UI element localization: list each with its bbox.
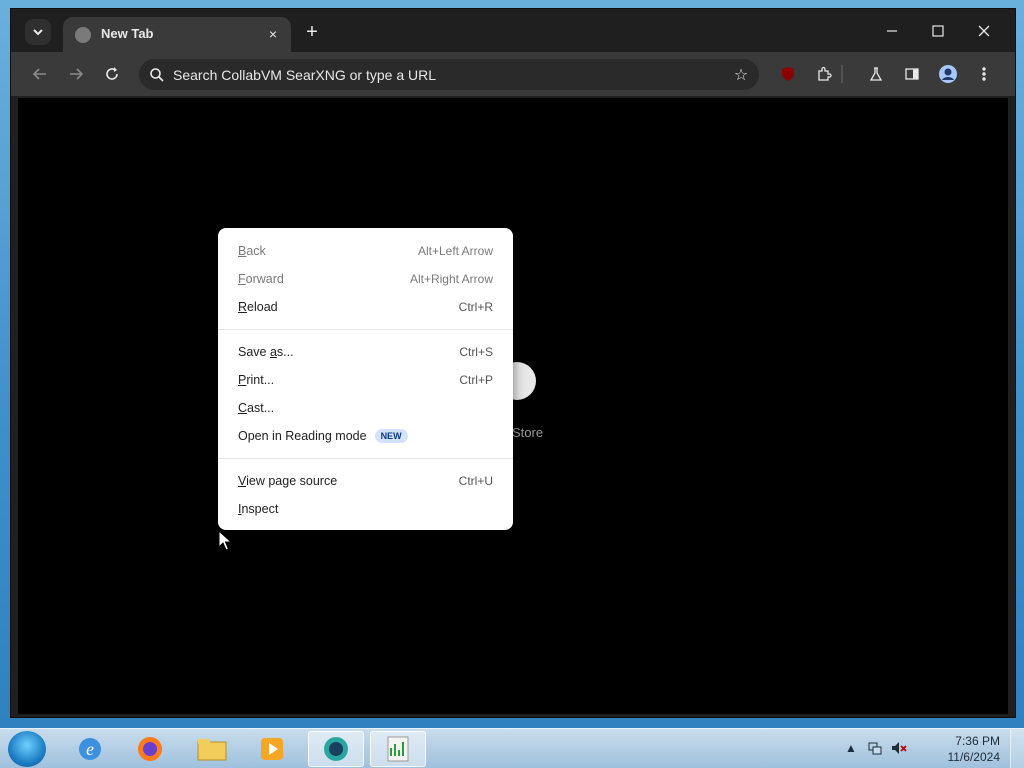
tab-title: New Tab (101, 26, 154, 41)
tab-new-tab[interactable]: New Tab × (63, 17, 291, 52)
title-bar: New Tab × + (11, 9, 1015, 52)
firefox-icon[interactable] (122, 731, 178, 767)
chevron-down-icon (33, 29, 43, 36)
media-player-icon[interactable] (244, 731, 300, 767)
system-clock[interactable]: 7:36 PM 11/6/2024 (948, 733, 1001, 765)
labs-flask-icon[interactable] (863, 62, 889, 86)
profile-avatar-icon[interactable] (935, 62, 961, 86)
tab-search-button[interactable] (25, 19, 51, 45)
mouse-cursor-icon (218, 530, 233, 551)
show-desktop-button[interactable] (1010, 729, 1024, 768)
start-button-icon[interactable] (8, 731, 46, 767)
menu-separator (218, 329, 513, 330)
arrow-left-icon (32, 68, 46, 80)
close-icon (978, 25, 990, 37)
svg-text:e: e (86, 739, 94, 759)
reload-button[interactable] (99, 62, 125, 86)
volume-muted-icon[interactable] (890, 739, 908, 757)
browser-toolbar: ☆ (11, 52, 1015, 96)
menu-item-back[interactable]: Back Alt+Left Arrow (218, 237, 513, 265)
menu-item-label: Cast... (238, 401, 275, 415)
maximize-button[interactable] (925, 19, 951, 43)
menu-separator (218, 458, 513, 459)
menu-item-label: Inspect (238, 502, 279, 516)
menu-item-label: Back (238, 244, 266, 258)
tab-close-icon[interactable]: × (263, 24, 283, 44)
arrow-right-icon (70, 68, 84, 80)
back-button[interactable] (27, 62, 53, 86)
context-menu: Back Alt+Left Arrow Forward Alt+Right Arrow… (218, 228, 513, 530)
network-icon[interactable] (866, 739, 884, 757)
search-icon (150, 68, 164, 82)
menu-item-shortcut: Ctrl+P (459, 373, 493, 387)
show-hidden-icons-icon[interactable]: ▲ (842, 739, 860, 757)
address-input[interactable] (173, 59, 693, 90)
menu-item-shortcut: Ctrl+S (459, 345, 493, 359)
notepad-chart-icon[interactable] (370, 731, 426, 767)
shortcut-label: Store (512, 425, 544, 440)
clock-date: 11/6/2024 (947, 750, 1001, 764)
file-explorer-icon[interactable] (184, 731, 240, 767)
menu-item-print[interactable]: Print... Ctrl+P (218, 366, 513, 394)
menu-item-forward[interactable]: Forward Alt+Right Arrow (218, 265, 513, 293)
side-panel-icon[interactable] (899, 62, 925, 86)
menu-item-label: Reload (238, 300, 278, 314)
extensions-icon[interactable] (811, 62, 837, 86)
menu-item-inspect[interactable]: Inspect (218, 495, 513, 523)
menu-item-reload[interactable]: Reload Ctrl+R (218, 293, 513, 321)
menu-item-open-in-reading-mode[interactable]: Open in Reading mode NEW (218, 422, 513, 450)
more-menu-icon[interactable] (971, 62, 997, 86)
collabvm-app-icon[interactable] (308, 731, 364, 767)
maximize-icon (932, 25, 944, 37)
menu-item-cast[interactable]: Cast... (218, 394, 513, 422)
minimize-icon (887, 30, 897, 32)
new-tab-button[interactable]: + (299, 19, 325, 45)
address-bar[interactable]: ☆ (139, 59, 759, 90)
bookmark-star-icon[interactable]: ☆ (729, 63, 753, 87)
reload-icon (106, 67, 118, 80)
menu-item-label: Print... (238, 373, 275, 387)
toolbar-divider (837, 62, 847, 86)
menu-item-label: View page source (238, 474, 338, 488)
menu-item-shortcut: Alt+Left Arrow (417, 244, 493, 258)
menu-item-label: Save as... (238, 345, 294, 359)
menu-item-shortcut: Alt+Right Arrow (409, 272, 493, 286)
clock-time: 7:36 PM (955, 734, 1000, 748)
menu-item-save-as[interactable]: Save as... Ctrl+S (218, 338, 513, 366)
globe-icon (75, 27, 91, 43)
minimize-button[interactable] (879, 19, 905, 43)
menu-item-label: Forward (238, 272, 284, 286)
taskbar: e ▲ 7:36 PM 11/6/2024 (0, 728, 1024, 768)
menu-item-shortcut: Ctrl+R (458, 300, 493, 314)
menu-item-label: Open in Reading mode NEW (238, 429, 493, 444)
forward-button[interactable] (63, 62, 89, 86)
page-content (18, 98, 1008, 714)
new-badge: NEW (374, 429, 408, 444)
ublock-extension-icon[interactable] (775, 62, 801, 86)
internet-explorer-icon[interactable]: e (62, 731, 118, 767)
menu-item-shortcut: Ctrl+U (458, 474, 493, 488)
menu-item-view-page-source[interactable]: View page source Ctrl+U (218, 467, 513, 495)
close-window-button[interactable] (971, 19, 997, 43)
